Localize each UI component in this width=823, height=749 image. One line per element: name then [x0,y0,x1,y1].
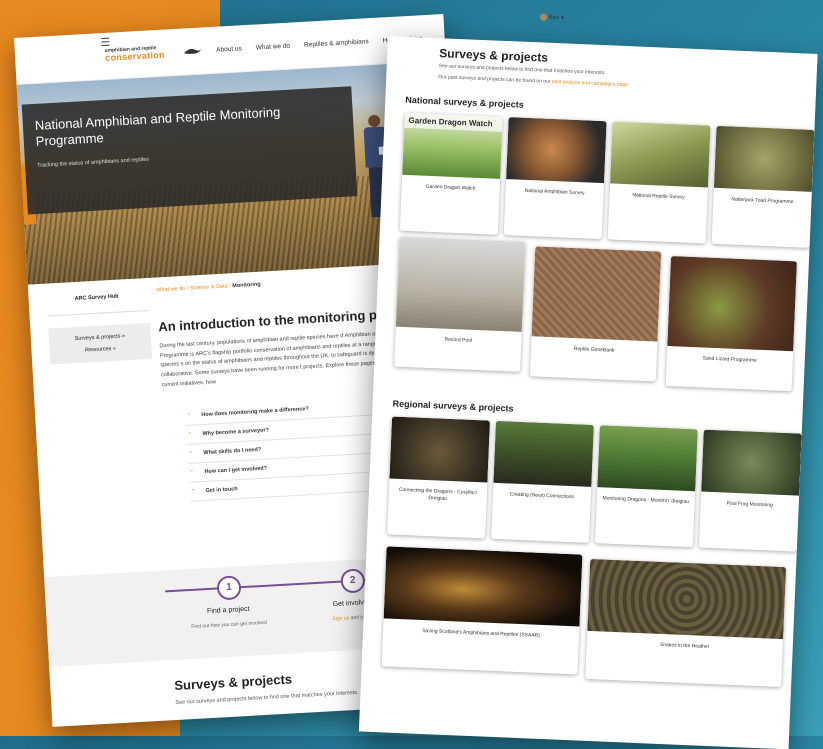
card-image [610,121,711,188]
card-pool-frog[interactable]: Pool Frog Monitoring [698,429,802,552]
card-monitoring-dragons[interactable]: Monitoring Dragons - Monitro'r dreigiau [594,425,698,548]
nav-about-us[interactable]: About us [216,45,242,53]
surveys-intro: See our surveys and projects below to fi… [175,689,359,707]
gdw-overlay: Garden Dragon Watch [404,112,503,132]
page-title: National Amphibian and Reptile Monitorin… [34,104,281,150]
card-national-amphibian-survey[interactable]: National Amphibian Survey [503,117,607,240]
card-label: Creating (Newt) Connections [509,491,575,501]
surveys-page: Surveys & projects See our surveys and p… [358,36,818,749]
card-sand-lizard[interactable]: Sand Lizard Programme [665,256,797,392]
card-image: Garden Dragon Watch [402,112,503,179]
card-label: Reptile GeneBank [573,346,615,354]
card-label: Monitoring Dragons - Monitro'r dreigiau [602,495,690,506]
arc-logo[interactable]: amphibian and reptile conservation [104,45,166,63]
card-label: National Amphibian Survey [524,187,585,197]
user-menu[interactable]: Ben ▾ [539,13,565,22]
past-projects-text: Our past surveys and projects can be fou… [438,74,629,88]
card-label: Natterjack Toad Programme [731,196,794,206]
card-record-pool[interactable]: Record Pool [394,236,526,372]
card-connecting-dragons[interactable]: Connecting the Dragons - Cysylltu'r Drei… [387,416,490,539]
user-avatar [539,13,548,21]
sidebar-hub-title[interactable]: ARC Survey Hub [46,287,150,317]
nav-what-we-do[interactable]: What we do [256,42,291,51]
step-2-circle: 2 [340,568,366,594]
card-label: Record Pool [444,336,473,344]
card-image [493,420,594,487]
step-1-circle: 1 [216,575,242,601]
card-snakes-in-heather[interactable]: Snakes in the Heather [585,558,787,688]
surveys-heading: Surveys & projects [173,671,293,694]
card-label: Garden Dragon Watch [425,183,476,192]
lizard-logo-icon [183,48,202,54]
page-subtitle: Tracking the status of amphibians and re… [36,156,150,169]
card-image [701,429,802,496]
card-reptile-genebank[interactable]: Reptile GeneBank [529,246,662,382]
chevron-down-icon: ▾ [560,15,565,22]
card-label: National Reptile Survey [632,192,685,201]
card-image [597,425,698,492]
nav-reptiles-amphibians[interactable]: Reptiles & amphibians [304,38,369,49]
card-image [587,558,787,640]
breadcrumb-current: Monitoring [232,281,261,290]
card-label: Connecting the Dragons - Cysylltu'r Drei… [398,486,478,502]
card-image [531,246,662,342]
card-label: Sand Lizard Programme [702,355,757,364]
surveys-title: Surveys & projects [439,46,549,65]
card-label: Pool Frog Monitoring [726,500,774,509]
card-image [506,117,607,184]
step-1-label: Find a project [206,605,250,616]
sidebar: ARC Survey Hub Surveys & projects » Reso… [28,287,160,510]
sidebar-menu: Surveys & projects » Resources » [48,322,153,365]
sign-up-link[interactable]: Sign up [332,615,349,622]
card-creating-newt-connections[interactable]: Creating (Newt) Connections [491,420,594,543]
card-image [667,256,797,352]
national-heading: National surveys & projects [405,94,524,110]
past-text: Our past surveys and projects can be fou… [438,74,553,85]
hero-title-box: National Amphibian and Reptile Monitorin… [21,86,358,215]
step-1-text: Find out how you can get involved [191,619,268,631]
card-national-reptile-survey[interactable]: National Reptile Survey [607,121,711,244]
card-image [713,125,815,192]
card-ssaar[interactable]: Saving Scotland's Amphibians and Reptile… [381,546,583,675]
card-garden-dragon-watch[interactable]: Garden Dragon Watch Garden Dragon Watch [399,112,503,235]
card-image [383,546,583,627]
surveys-subtitle: See our surveys and projects below to fi… [438,63,606,77]
past-projects-link[interactable]: past projects and campaigns page. [552,79,630,88]
menu-icon[interactable]: ☰ [100,36,111,50]
logo-line2: conservation [104,49,166,63]
card-image [395,236,526,332]
user-name: Ben [548,14,560,22]
regional-heading: Regional surveys & projects [392,398,514,414]
card-image [389,416,490,483]
card-natterjack-toad[interactable]: Natterjack Toad Programme [711,125,815,248]
breadcrumb-links[interactable]: What we do / Science & Data / [156,283,232,293]
